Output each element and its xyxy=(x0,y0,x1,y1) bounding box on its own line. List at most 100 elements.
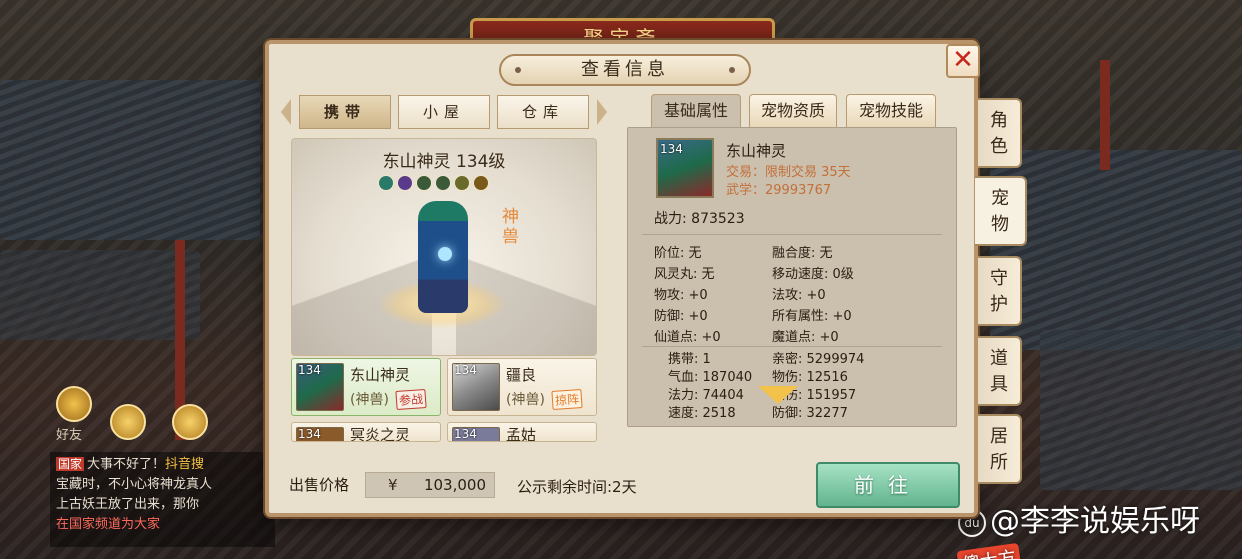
close-x-icon: ✕ xyxy=(952,45,974,75)
chat-text: 大事不好了！ xyxy=(87,457,166,472)
side-tab-label: 角色 xyxy=(990,110,1008,157)
chat-line: 在国家频道为大家 xyxy=(56,517,161,532)
pet-portrait: 东山神灵 134级 神兽 xyxy=(291,138,597,356)
martial-value: 武学：29993767 xyxy=(726,183,832,198)
attr-wind-pill: 风灵丸: 无 xyxy=(654,267,715,282)
wind-icon xyxy=(416,175,432,191)
pet-name: 冥炎之灵 xyxy=(350,426,411,442)
battle-badge: 参战 xyxy=(395,388,427,411)
view-info-dialog: 查看信息 ✕ 携带 小屋 仓库 东山神灵 134级 神兽 134 东山神灵 (神… xyxy=(265,40,980,517)
pet-card[interactable]: 134 孟姑 xyxy=(447,422,597,442)
chat-line: 国家 大事不好了！抖音搜 xyxy=(56,454,269,475)
pet-type: (神兽) xyxy=(506,392,545,408)
stat-intimacy: 亲密: 5299974 xyxy=(772,352,865,367)
side-tab-label: 道具 xyxy=(990,348,1008,395)
pet-card[interactable]: 134 疆良 (神兽) 掠阵 xyxy=(447,358,597,416)
pet-avatar: 134 xyxy=(656,138,714,198)
roof-decoration xyxy=(990,150,1242,350)
attr-magic-attack: 法攻: +0 xyxy=(772,288,826,303)
pet-card[interactable]: 134 东山神灵 (神兽) 参战 xyxy=(291,358,441,416)
support-badge: 掠阵 xyxy=(551,388,583,411)
chat-bubble-icon[interactable] xyxy=(110,404,146,440)
pet-level: 134 xyxy=(454,427,477,441)
attribute-icons xyxy=(378,175,492,195)
basic-info-panel: 134 东山神灵 交易：限制交易 35天 武学：29993767 战力: 873… xyxy=(627,127,957,427)
currency-yen-icon: ¥ xyxy=(388,476,398,494)
pet-level: 134 xyxy=(298,427,321,441)
stat-phys-damage: 物伤: 12516 xyxy=(772,370,848,385)
pet-card[interactable]: 134 冥炎之灵 xyxy=(291,422,441,442)
stat-mana: 法力: 74404 xyxy=(668,388,744,403)
side-tab-character[interactable]: 角色 xyxy=(978,98,1022,168)
divider xyxy=(642,346,942,347)
tab-basic-attributes[interactable]: 基础属性 xyxy=(651,94,741,128)
divine-beast-tag: 神兽 xyxy=(502,207,519,247)
location-tabs: 携带 小屋 仓库 xyxy=(281,95,607,129)
friend-icon[interactable] xyxy=(56,386,92,422)
dot-icon xyxy=(729,67,735,73)
attr-demon-points: 魔道点: +0 xyxy=(772,330,839,345)
stat-defense: 防御: 32277 xyxy=(772,406,848,421)
sale-price-label: 出售价格 xyxy=(289,476,350,494)
remaining-time: 公示剩余时间:2天 xyxy=(517,478,637,496)
roof-decoration xyxy=(1040,330,1242,490)
side-tab-guardian[interactable]: 守护 xyxy=(978,256,1022,326)
roof-decoration xyxy=(0,80,260,240)
price-value: 103,000 xyxy=(423,476,486,494)
wind-icon xyxy=(435,175,451,191)
chat-panel[interactable]: 国家 大事不好了！抖音搜 宝藏时，不小心将神龙真人 上古妖王放了出来，那你 在国家… xyxy=(50,452,275,547)
stat-carry: 携带: 1 xyxy=(668,352,711,367)
chat-line: 上古妖王放了出来，那你 xyxy=(56,497,200,512)
water-icon xyxy=(378,175,394,191)
tab-pet-aptitude[interactable]: 宠物资质 xyxy=(749,94,837,128)
side-tab-label: 居所 xyxy=(990,426,1008,473)
stat-speed: 速度: 2518 xyxy=(668,406,736,421)
stat-hp: 气血: 187040 xyxy=(668,370,753,385)
chat-highlight: 抖音搜 xyxy=(165,457,205,472)
go-button[interactable]: 前往 xyxy=(816,462,960,508)
trade-status: 交易：限制交易 35天 xyxy=(726,165,851,180)
close-button[interactable]: ✕ xyxy=(946,44,980,78)
tab-hut[interactable]: 小屋 xyxy=(398,95,490,129)
purple-gem-icon xyxy=(397,175,413,191)
side-tab-pet[interactable]: 宠物 xyxy=(975,176,1027,246)
watermark-text: @李李说娱乐呀 xyxy=(990,504,1200,539)
pet-name: 东山神灵 xyxy=(726,142,787,160)
chat-line: 宝藏时，不小心将神龙真人 xyxy=(56,477,213,492)
tab-carry[interactable]: 携带 xyxy=(299,95,391,129)
friend-label[interactable]: 好友 xyxy=(56,424,82,443)
divider xyxy=(642,234,942,235)
watermark: du@李李说娱乐呀傻大方 xyxy=(956,496,1242,559)
roof-decoration xyxy=(0,250,200,340)
attr-phys-attack: 物攻: +0 xyxy=(654,288,708,303)
arrow-left-icon xyxy=(281,99,291,125)
side-tab-residence[interactable]: 居所 xyxy=(978,414,1022,484)
attr-immortal-points: 仙道点: +0 xyxy=(654,330,721,345)
side-tab-label: 宠物 xyxy=(991,188,1009,235)
attr-defense: 防御: +0 xyxy=(654,309,708,324)
sale-price-field: ¥ 103,000 xyxy=(365,472,495,498)
attr-fusion: 融合度: 无 xyxy=(772,246,833,261)
pet-name-level: 东山神灵 134级 xyxy=(382,152,506,172)
tab-pet-skills[interactable]: 宠物技能 xyxy=(846,94,936,128)
pet-type: (神兽) xyxy=(350,392,389,408)
pet-name: 东山神灵 xyxy=(350,366,411,384)
seal-icon xyxy=(473,175,489,191)
orb-icon xyxy=(438,247,452,261)
pet-level: 134 xyxy=(298,363,321,377)
chat-channel-tag: 国家 xyxy=(56,457,85,471)
side-tab-items[interactable]: 道具 xyxy=(978,336,1022,406)
pet-name: 疆良 xyxy=(506,366,537,384)
attr-rank: 阶位: 无 xyxy=(654,246,702,261)
pointer-cursor-icon xyxy=(758,386,798,404)
watermark-badge: 傻大方 xyxy=(956,542,1022,559)
attr-move-speed: 移动速度: 0级 xyxy=(772,267,854,282)
side-tab-label: 守护 xyxy=(990,268,1008,315)
dialog-title-plate: 查看信息 xyxy=(499,54,751,86)
dialog-title: 查看信息 xyxy=(581,59,669,80)
microphone-icon[interactable] xyxy=(172,404,208,440)
tab-warehouse[interactable]: 仓库 xyxy=(497,95,589,129)
pet-level: 134 xyxy=(660,142,683,156)
pillar xyxy=(1100,60,1110,170)
arrow-right-icon xyxy=(597,99,607,125)
